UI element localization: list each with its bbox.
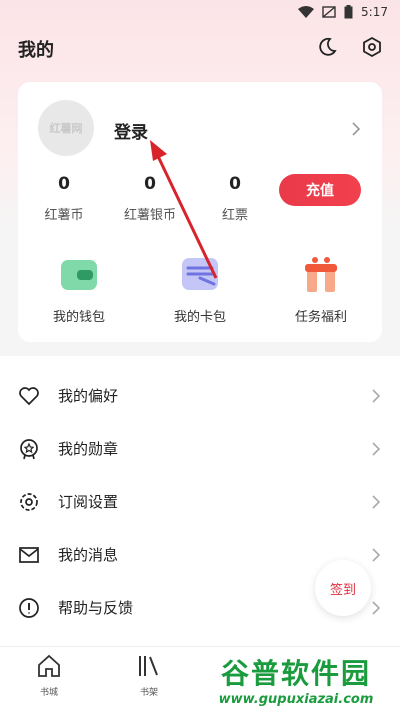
- stat-label: 红票: [221, 208, 248, 223]
- nav-item-label: 书城: [39, 688, 58, 698]
- bookshelf-icon: [139, 656, 158, 676]
- stat-value: 0: [229, 174, 241, 194]
- nav-item-bookstore[interactable]: 书城: [19, 653, 79, 698]
- chevron-right-icon: [372, 441, 380, 456]
- stat-label: 红薯币: [44, 208, 84, 223]
- avatar-placeholder-text: 红薯网: [49, 122, 83, 135]
- mail-icon: [19, 546, 39, 563]
- menu-item-preferences[interactable]: 我的偏好: [0, 369, 400, 422]
- gift-icon: [301, 254, 341, 294]
- profile-card: 红薯网 登录 0 红薯币 0 红薯银币 0 红票 充值 我的钱包 我的卡包 任务…: [18, 82, 382, 342]
- stat-value: 0: [144, 174, 156, 194]
- heart-icon: [19, 386, 39, 405]
- menu-item-label: 我的偏好: [58, 387, 119, 405]
- quick-action-label: 任务福利: [294, 310, 347, 325]
- battery-icon: [344, 5, 353, 19]
- settings-hexagon-icon[interactable]: [361, 36, 383, 58]
- stat-value: 0: [58, 174, 70, 194]
- wifi-icon: [298, 6, 315, 18]
- stat-label: 红薯银币: [123, 208, 176, 223]
- avatar[interactable]: 红薯网: [38, 100, 94, 156]
- menu-item-label: 订阅设置: [58, 493, 119, 511]
- menu-item-label: 我的消息: [58, 546, 119, 564]
- recharge-button[interactable]: 充值: [279, 174, 361, 206]
- stat-red-ticket[interactable]: 0 红票: [195, 174, 275, 223]
- nav-item-bookshelf[interactable]: 书架: [119, 653, 179, 698]
- card-pack-icon: [180, 254, 220, 294]
- menu-item-label: 我的勋章: [58, 440, 119, 458]
- quick-action-label: 我的卡包: [173, 310, 226, 325]
- wallet-icon: [59, 254, 99, 294]
- status-time: 5:17: [361, 5, 388, 19]
- home-icon: [38, 654, 60, 677]
- chevron-right-icon: [372, 600, 380, 615]
- stat-hongshu-coin[interactable]: 0 红薯币: [24, 174, 104, 223]
- menu-item-medals[interactable]: 我的勋章: [0, 422, 400, 475]
- signin-button[interactable]: 签到: [315, 560, 371, 616]
- status-bar: 5:17: [0, 0, 400, 24]
- chevron-right-icon[interactable]: [352, 122, 360, 136]
- watermark-url: www.gupuxiazai.com: [218, 691, 374, 707]
- chevron-right-icon: [372, 547, 380, 562]
- watermark-title: 谷普软件园: [220, 656, 371, 690]
- quick-action-wallet[interactable]: 我的钱包: [24, 254, 134, 325]
- signal-off-icon: [322, 6, 336, 18]
- chevron-right-icon: [372, 388, 380, 403]
- quick-action-task-rewards[interactable]: 任务福利: [266, 254, 376, 325]
- quick-action-card-pack[interactable]: 我的卡包: [145, 254, 255, 325]
- page-title: 我的: [18, 40, 54, 61]
- menu-item-label: 帮助与反馈: [58, 599, 134, 617]
- login-link[interactable]: 登录: [114, 118, 148, 143]
- help-icon: [19, 597, 39, 618]
- nav-item-label: 书架: [139, 688, 158, 698]
- medal-icon: [20, 438, 38, 459]
- watermark: 谷普软件园 www.gupuxiazai.com: [198, 648, 394, 710]
- gear-icon: [20, 492, 38, 511]
- menu-item-subscription-settings[interactable]: 订阅设置: [0, 475, 400, 528]
- moon-icon[interactable]: [316, 36, 338, 58]
- chevron-right-icon: [372, 494, 380, 509]
- stat-silver-coin[interactable]: 0 红薯银币: [110, 174, 190, 223]
- quick-action-label: 我的钱包: [52, 310, 105, 325]
